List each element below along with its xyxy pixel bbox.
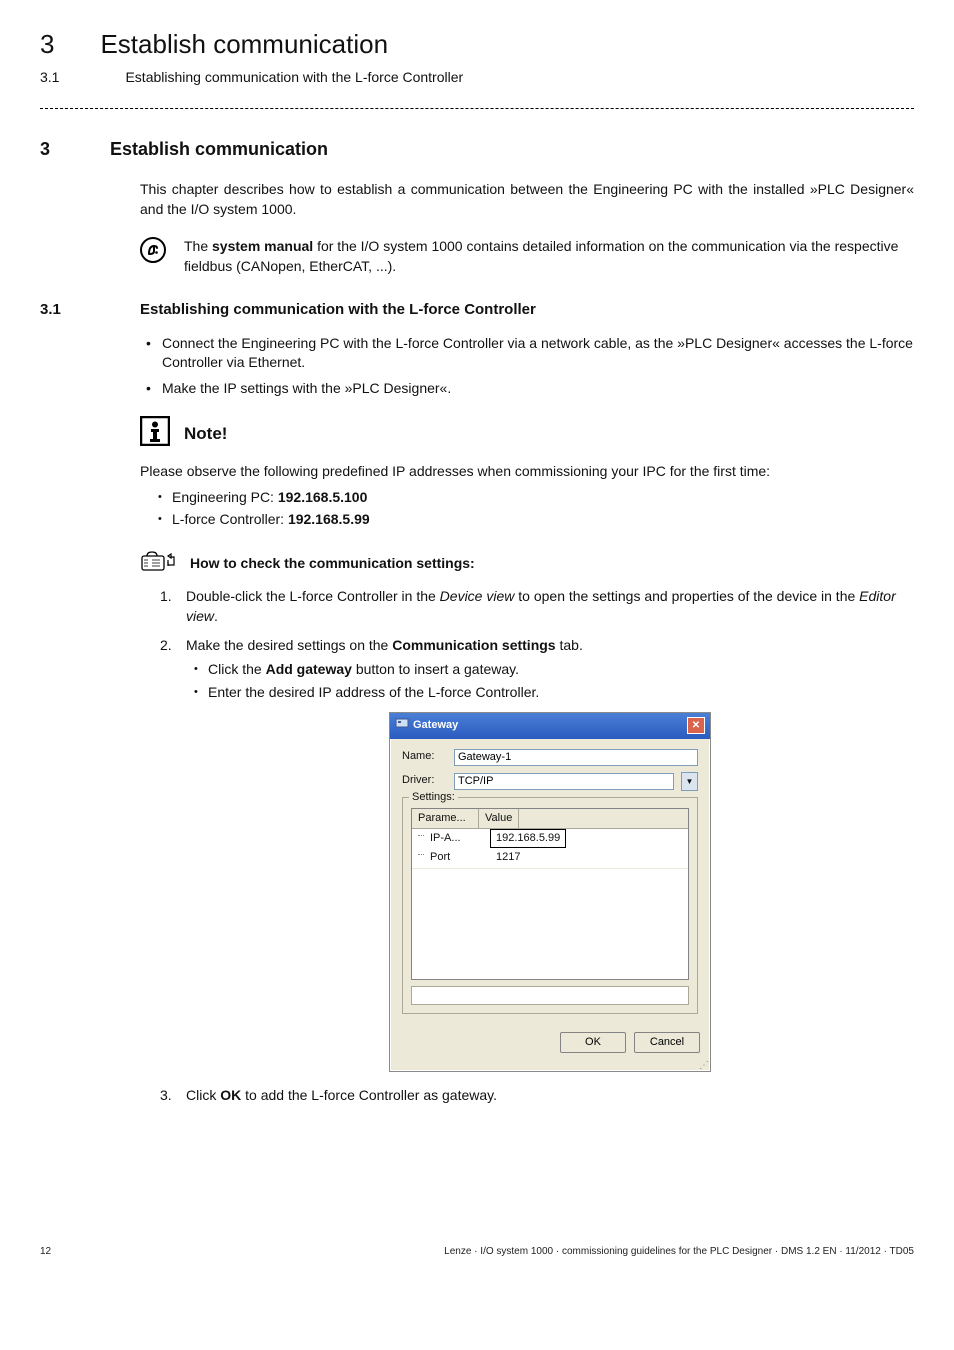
footer-text: Lenze · I/O system 1000 · commissioning …: [444, 1245, 914, 1259]
gateway-dialog: Gateway ✕ Name: Driver: ▼ Settings:: [389, 712, 711, 1072]
h2-title: Establish communication: [110, 137, 328, 162]
table-cell: 1217: [490, 848, 526, 867]
intro-paragraph: This chapter describes how to establish …: [140, 180, 914, 219]
name-input[interactable]: [454, 749, 698, 766]
step-item: Double-click the L-force Controller in t…: [160, 587, 914, 626]
edit-field[interactable]: [411, 986, 689, 1005]
note-title: Note!: [184, 422, 227, 446]
bullet-item: Connect the Engineering PC with the L-fo…: [146, 334, 914, 373]
sub-bullet: Enter the desired IP address of the L-fo…: [194, 683, 914, 703]
resize-handle[interactable]: ⋰: [390, 1063, 710, 1071]
note-item: L-force Controller: 192.168.5.99: [158, 510, 914, 530]
note-icon: [140, 416, 170, 452]
step-item: Click OK to add the L-force Controller a…: [160, 1086, 914, 1106]
settings-legend: Settings:: [409, 790, 458, 805]
name-label: Name:: [402, 749, 446, 764]
col-header: Value: [479, 809, 519, 828]
sub-bullet: Click the Add gateway button to insert a…: [194, 660, 914, 680]
section-number: 3.1: [40, 68, 59, 88]
dialog-icon: [395, 716, 409, 735]
col-header: Parame...: [412, 809, 479, 828]
close-icon[interactable]: ✕: [687, 717, 705, 734]
dialog-title: Gateway: [413, 718, 458, 733]
tip-text: The system manual for the I/O system 100…: [184, 237, 914, 276]
divider: [40, 108, 914, 109]
note-body: Please observe the following predefined …: [140, 462, 914, 482]
cancel-button[interactable]: Cancel: [634, 1032, 700, 1053]
note-item: Engineering PC: 192.168.5.100: [158, 488, 914, 508]
bullet-item: Make the IP settings with the »PLC Desig…: [146, 379, 914, 399]
h2-number: 3: [40, 137, 64, 162]
table-cell: Port: [412, 848, 490, 867]
howto-title: How to check the communication settings:: [190, 554, 475, 574]
subsection-number: 3.1: [40, 299, 94, 320]
howto-icon: [140, 550, 180, 578]
section-title: Establishing communication with the L-fo…: [125, 68, 463, 88]
driver-label: Driver:: [402, 773, 446, 788]
tip-icon: [140, 237, 166, 269]
table-cell: IP-A...: [412, 829, 490, 848]
page-number: 12: [40, 1245, 51, 1259]
chevron-down-icon[interactable]: ▼: [681, 772, 698, 791]
subsection-title: Establishing communication with the L-fo…: [140, 299, 536, 320]
chapter-number: 3: [40, 26, 54, 62]
table-cell[interactable]: 192.168.5.99: [490, 829, 566, 848]
chapter-title: Establish communication: [100, 26, 388, 62]
ok-button[interactable]: OK: [560, 1032, 626, 1053]
step-item: Make the desired settings on the Communi…: [160, 636, 914, 1071]
driver-select[interactable]: [454, 773, 674, 790]
settings-table: Parame... Value IP-A... 192.168.5.99 Por…: [411, 808, 689, 980]
